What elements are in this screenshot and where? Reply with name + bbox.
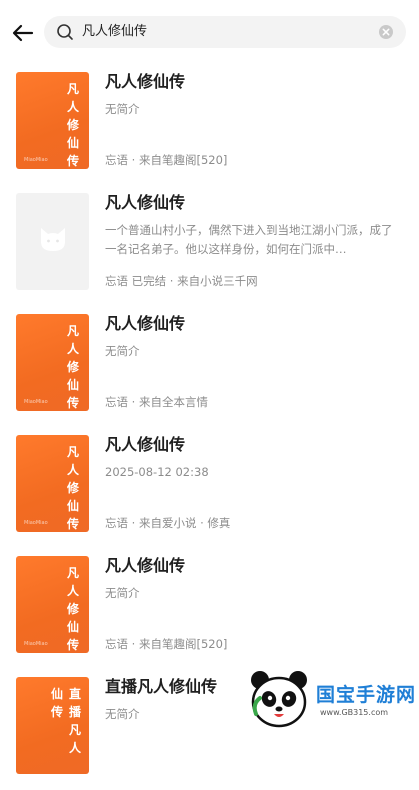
watermark-site-name: 国宝手游网 — [316, 684, 417, 706]
book-cover[interactable]: 凡人修仙传 MiaoMiao — [16, 72, 89, 169]
cover-title: 凡人修仙传 — [67, 445, 80, 531]
list-item[interactable]: 凡人修仙传 MiaoMiao 凡人修仙传 无简介 忘语 · 来自笔趣阁[520] — [0, 64, 419, 185]
list-item[interactable]: 凡人修仙传 一个普通山村小子，偶然下进入到当地江湖小门派，成了一名记名弟子。他以… — [0, 185, 419, 306]
cover-title: 凡人修仙传 — [67, 324, 80, 410]
book-update-time: 2025-08-12 02:38 — [105, 465, 209, 479]
book-meta: 忘语 · 来自全本言情 — [105, 395, 208, 409]
list-item[interactable]: 凡人修仙传 MiaoMiao 凡人修仙传 无简介 忘语 · 来自全本言情 — [0, 306, 419, 427]
book-title[interactable]: 直播凡人修仙传 — [105, 676, 217, 698]
book-title[interactable]: 凡人修仙传 — [105, 555, 185, 577]
book-meta: 忘语 已完结 · 来自小说三千网 — [105, 274, 258, 288]
book-title[interactable]: 凡人修仙传 — [105, 434, 185, 456]
cover-title: 凡人修仙传 — [67, 566, 80, 652]
book-title[interactable]: 凡人修仙传 — [105, 313, 185, 335]
cover-title-column: 直播凡人 — [69, 687, 82, 755]
book-cover-placeholder[interactable] — [16, 193, 89, 290]
top-bar: 凡人修仙传 — [0, 0, 419, 64]
book-cover[interactable]: 凡人修仙传 MiaoMiao — [16, 556, 89, 653]
search-icon — [57, 24, 73, 40]
book-title[interactable]: 凡人修仙传 — [105, 71, 185, 93]
cover-title: 直播凡人 仙传 — [51, 685, 83, 757]
book-cover[interactable]: 凡人修仙传 MiaoMiao — [16, 435, 89, 532]
book-description: 一个普通山村小子，偶然下进入到当地江湖小门派，成了一名记名弟子。他以这样身份，如… — [105, 223, 393, 256]
book-title[interactable]: 凡人修仙传 — [105, 192, 185, 214]
watermark-url: www.GB315.com — [320, 708, 389, 717]
panda-logo-icon — [251, 671, 307, 728]
back-arrow-icon[interactable] — [10, 20, 36, 46]
list-item[interactable]: 凡人修仙传 MiaoMiao 凡人修仙传 2025-08-12 02:38 忘语… — [0, 427, 419, 548]
site-watermark: 国宝手游网 www.GB315.com — [232, 664, 419, 734]
cover-brand: MiaoMiao — [24, 641, 48, 647]
book-cover[interactable]: 直播凡人 仙传 — [16, 677, 89, 774]
cat-placeholder-icon — [41, 228, 65, 251]
book-meta: 忘语 · 来自笔趣阁[520] — [105, 637, 228, 651]
book-description: 无简介 — [105, 102, 140, 116]
clear-icon[interactable] — [378, 24, 394, 40]
search-input[interactable]: 凡人修仙传 — [82, 23, 147, 41]
book-description: 无简介 — [105, 586, 140, 600]
cover-title-column: 仙传 — [51, 687, 64, 719]
book-meta: 忘语 · 来自爱小说 · 修真 — [105, 516, 231, 530]
book-cover[interactable]: 凡人修仙传 MiaoMiao — [16, 314, 89, 411]
search-field[interactable]: 凡人修仙传 — [44, 16, 406, 48]
list-item[interactable]: 凡人修仙传 MiaoMiao 凡人修仙传 无简介 忘语 · 来自笔趣阁[520] — [0, 548, 419, 669]
cover-brand: MiaoMiao — [24, 157, 48, 163]
cover-brand: MiaoMiao — [24, 520, 48, 526]
cover-brand: MiaoMiao — [24, 399, 48, 405]
cover-title: 凡人修仙传 — [67, 82, 80, 168]
book-meta: 忘语 · 来自笔趣阁[520] — [105, 153, 228, 167]
book-description: 无简介 — [105, 344, 140, 358]
